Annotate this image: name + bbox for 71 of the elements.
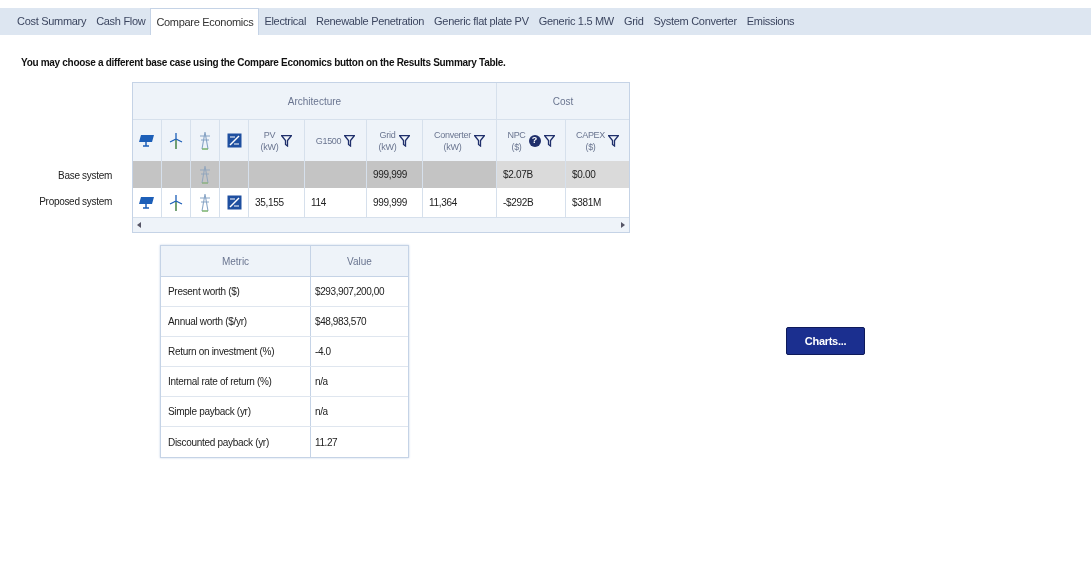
metric-value: 11.27 bbox=[315, 435, 338, 450]
scroll-left-icon[interactable] bbox=[137, 222, 141, 228]
wind-turbine-icon bbox=[169, 132, 183, 149]
group-header: Architecture bbox=[133, 83, 497, 119]
solar-panel-icon bbox=[139, 195, 155, 210]
column-label: PV bbox=[263, 128, 276, 141]
tab[interactable]: System Converter bbox=[648, 8, 742, 35]
filter-icon[interactable] bbox=[543, 134, 555, 147]
tab[interactable]: Renewable Penetration bbox=[311, 8, 430, 35]
metric-label: Discounted payback (yr) bbox=[168, 435, 269, 450]
table-cell-text: 11,364 bbox=[429, 196, 458, 210]
tab[interactable]: Generic flat plate PV bbox=[429, 8, 534, 35]
column-label: G1500 bbox=[315, 134, 342, 147]
column-label: CAPEX bbox=[576, 128, 605, 141]
metric-value: $48,983,570 bbox=[315, 315, 367, 329]
metric-label: Internal rate of return (%) bbox=[168, 375, 272, 389]
power-tower-icon bbox=[199, 131, 211, 150]
info-note: You may choose a different base case using the Compare Economics button on the Results Summary Table. bbox=[21, 56, 506, 70]
table-cell-text: 114 bbox=[311, 196, 327, 210]
wind-turbine-icon bbox=[169, 194, 183, 211]
filter-icon[interactable] bbox=[344, 134, 356, 147]
table-cell-text: $381M bbox=[572, 196, 602, 210]
table-row[interactable]: 35,155 114 999,999 11,364 -$292B $381M bbox=[133, 188, 629, 218]
tab[interactable]: Cost Summary bbox=[12, 8, 92, 35]
tab[interactable]: Emissions bbox=[741, 8, 800, 35]
power-tower-icon bbox=[199, 165, 211, 184]
tab[interactable]: Compare Economics bbox=[150, 8, 260, 35]
table-row[interactable]: 999,999 $2.07B $0.00 bbox=[133, 161, 629, 188]
tab[interactable]: Cash Flow bbox=[91, 8, 151, 35]
metric-value: n/a bbox=[315, 375, 328, 389]
metric-label: Annual worth ($/yr) bbox=[168, 315, 247, 329]
column-unit: ($) bbox=[511, 140, 522, 153]
metric-label: Simple payback (yr) bbox=[168, 405, 251, 419]
tab[interactable]: Electrical bbox=[259, 8, 312, 35]
table-cell-text: $2.07B bbox=[503, 168, 533, 182]
metric-label: Present worth ($) bbox=[168, 285, 240, 299]
column-header: Value bbox=[347, 254, 372, 269]
column-unit: (kW) bbox=[260, 140, 279, 153]
row-label: Base system bbox=[58, 169, 112, 183]
horizontal-scrollbar[interactable] bbox=[133, 218, 629, 232]
metric-label: Return on investment (%) bbox=[168, 345, 275, 359]
metric-value: -4.0 bbox=[315, 345, 331, 359]
column-label: Grid bbox=[379, 128, 396, 141]
solar-panel-icon bbox=[139, 133, 155, 148]
converter-icon bbox=[226, 195, 242, 210]
charts-button[interactable]: Charts... bbox=[786, 327, 865, 355]
column-label: Converter bbox=[434, 128, 471, 141]
help-icon[interactable]: ? bbox=[528, 134, 541, 147]
column-unit: (kW) bbox=[443, 140, 462, 153]
converter-icon bbox=[226, 133, 242, 148]
column-unit: ($) bbox=[585, 140, 596, 153]
filter-icon[interactable] bbox=[281, 134, 293, 147]
group-header: Cost bbox=[497, 83, 629, 119]
table-cell-text: 999,999 bbox=[373, 168, 408, 182]
scroll-right-icon[interactable] bbox=[621, 222, 625, 228]
row-label: Proposed system bbox=[39, 195, 112, 209]
filter-icon[interactable] bbox=[473, 134, 485, 147]
table-cell-text: -$292B bbox=[503, 196, 534, 210]
table-cell-text: $0.00 bbox=[572, 168, 596, 182]
metric-value: n/a bbox=[315, 405, 328, 419]
metric-value: $293,907,200,00 bbox=[315, 285, 385, 299]
tab[interactable]: Grid bbox=[618, 8, 649, 35]
power-tower-icon bbox=[199, 193, 211, 212]
tab[interactable]: Generic 1.5 MW bbox=[533, 8, 619, 35]
column-label: NPC bbox=[507, 128, 526, 141]
table-cell-text: 999,999 bbox=[373, 196, 408, 210]
column-header: Metric bbox=[221, 254, 250, 269]
filter-icon[interactable] bbox=[399, 134, 411, 147]
column-unit: (kW) bbox=[378, 140, 397, 153]
table-cell-text: 35,155 bbox=[255, 196, 284, 210]
filter-icon[interactable] bbox=[608, 134, 619, 147]
